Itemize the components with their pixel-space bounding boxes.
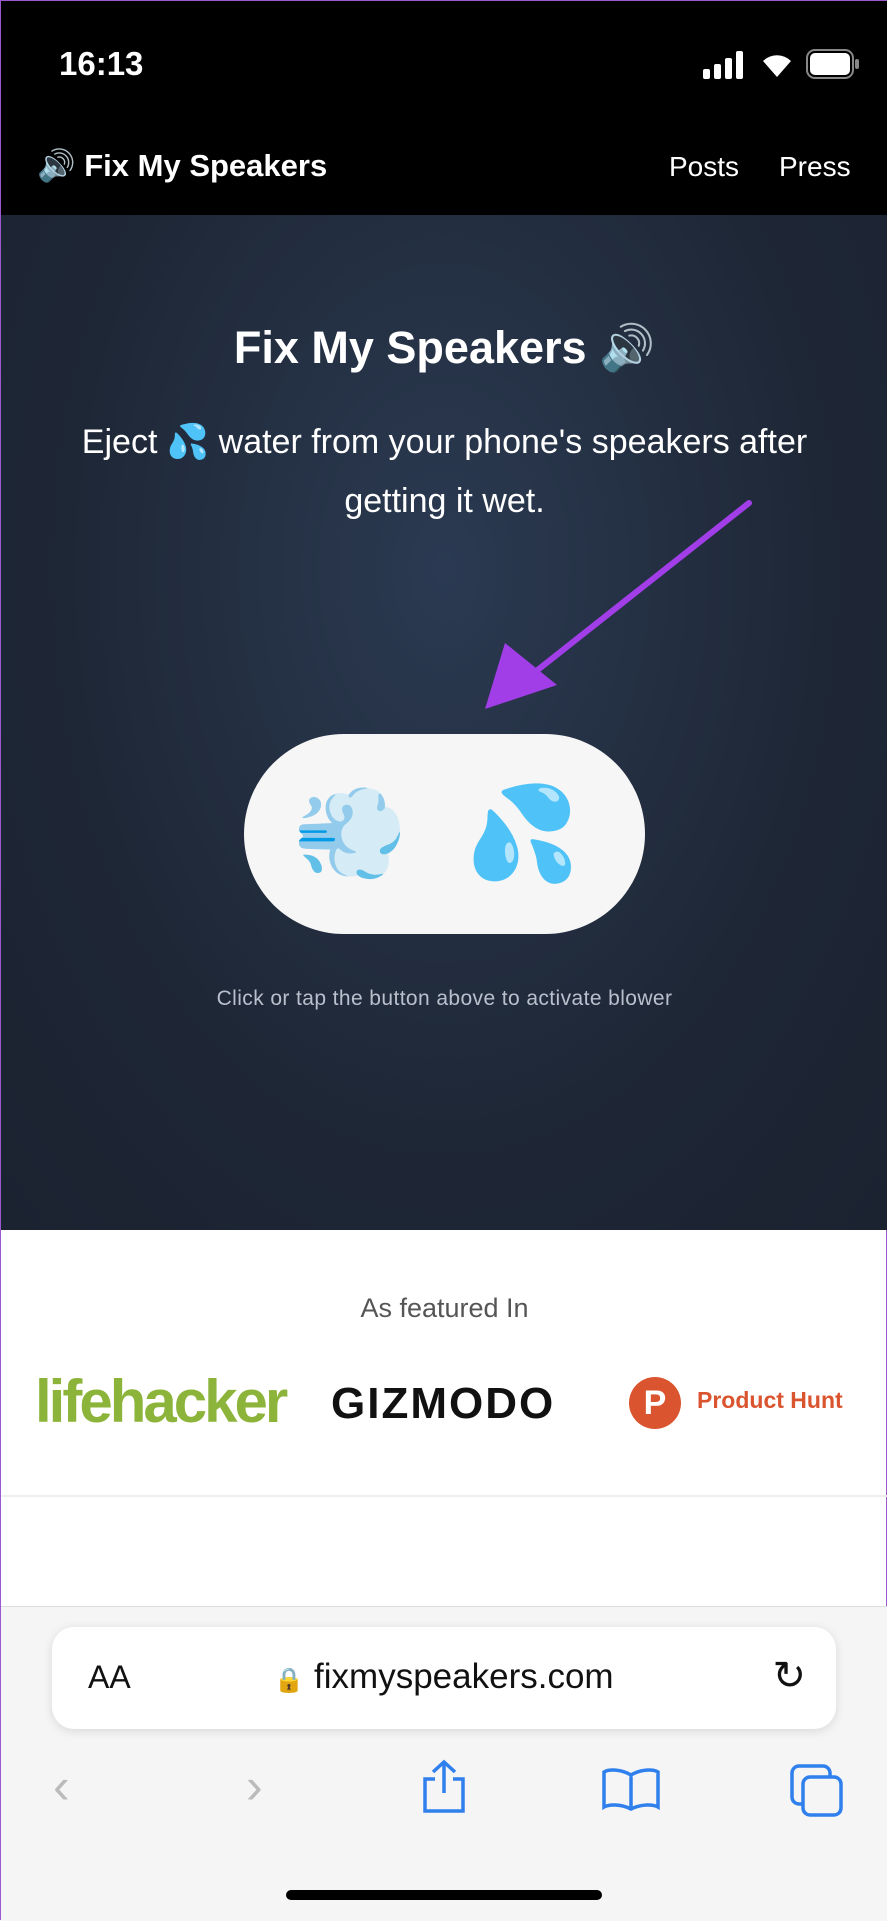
- hero-section: Fix My Speakers 🔊 Eject 💦 water from you…: [1, 215, 887, 1230]
- producthunt-logo[interactable]: Product Hunt: [697, 1387, 843, 1414]
- brand-text: Fix My Speakers: [84, 148, 328, 183]
- divider: [1, 1495, 887, 1497]
- speaker-icon: 🔊: [599, 322, 656, 373]
- blower-caption: Click or tap the button above to activat…: [216, 987, 673, 1010]
- url-value: fixmyspeakers.com: [314, 1657, 614, 1696]
- featured-heading: As featured In: [360, 1293, 529, 1323]
- tabs-icon[interactable]: [789, 1763, 845, 1817]
- nav-posts[interactable]: Posts: [669, 151, 739, 183]
- reload-icon[interactable]: ↻: [772, 1653, 806, 1699]
- gizmodo-logo[interactable]: GIZMODO: [331, 1379, 555, 1429]
- speaker-icon: 🔊: [37, 148, 76, 183]
- status-bar: 16:13: [1, 1, 887, 111]
- nav-press[interactable]: Press: [779, 151, 851, 183]
- address-bar[interactable]: AA 🔒 fixmyspeakers.com ↻: [52, 1627, 836, 1729]
- bookmarks-icon[interactable]: [601, 1767, 661, 1811]
- home-indicator: [286, 1890, 602, 1900]
- droplets-icon: 💦: [166, 423, 210, 461]
- back-icon[interactable]: ‹: [53, 1757, 70, 1815]
- wifi-icon: [763, 55, 791, 77]
- lock-icon: 🔒: [274, 1667, 305, 1694]
- battery-icon: [806, 49, 859, 79]
- forward-icon[interactable]: ›: [246, 1757, 263, 1815]
- arrow-annotation: [485, 500, 752, 709]
- subtitle-text-1: Eject: [81, 423, 158, 461]
- status-time: 16:13: [59, 45, 144, 82]
- lifehacker-logo[interactable]: lifehacker: [35, 1367, 288, 1436]
- page-title: Fix My Speakers 🔊: [1, 321, 887, 374]
- share-icon[interactable]: [419, 1759, 469, 1815]
- signal-icon: [703, 51, 743, 79]
- url-text[interactable]: 🔒 fixmyspeakers.com: [52, 1657, 836, 1697]
- brand-link[interactable]: 🔊 Fix My Speakers: [37, 147, 327, 184]
- blower-button[interactable]: 💨 💦: [244, 734, 645, 934]
- featured-logos: lifehacker GIZMODO P Product Hunt: [1, 1367, 887, 1447]
- title-text: Fix My Speakers: [233, 322, 587, 373]
- site-nav: 🔊 Fix My Speakers Posts Press: [1, 111, 887, 215]
- producthunt-icon: P: [629, 1377, 681, 1429]
- safari-toolbar: AA 🔒 fixmyspeakers.com ↻ ‹ ›: [1, 1606, 887, 1921]
